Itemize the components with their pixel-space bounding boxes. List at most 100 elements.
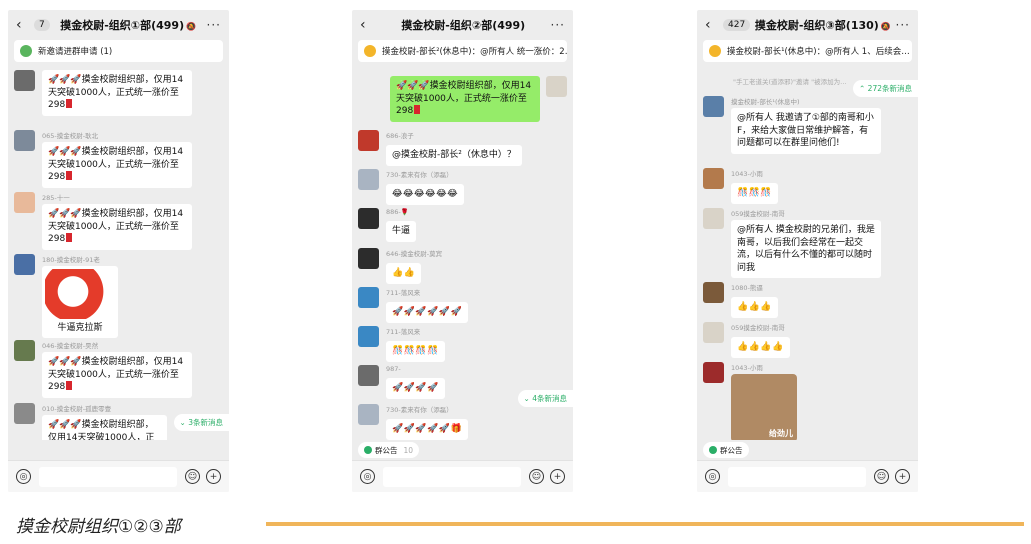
avatar[interactable] xyxy=(358,208,379,229)
new-messages-pill[interactable]: ⌃ 272条新消息 xyxy=(853,80,918,97)
message-bubble[interactable]: 🎊🎊🎊 xyxy=(731,183,779,204)
avatar[interactable] xyxy=(703,208,724,229)
notice-icon xyxy=(364,446,372,454)
sender-name: 285-十一 xyxy=(42,194,70,202)
red-square-icon xyxy=(66,233,73,242)
group-notice-chip[interactable]: 群公告 xyxy=(703,442,749,458)
message-bubble[interactable]: 🚀🚀🚀摸金校尉组织部，仅用14天突破1000人，正式统一涨价至298 xyxy=(42,142,192,188)
message-input[interactable] xyxy=(728,466,866,487)
sender-name: 059摸金校尉-南哥 xyxy=(731,210,785,218)
chat-message: 065-摸金校尉-耿北 🚀🚀🚀摸金校尉组织部，仅用14天突破1000人，正式统一… xyxy=(14,130,223,188)
panda-sticker-image xyxy=(45,269,115,319)
voice-icon[interactable]: ◎ xyxy=(705,469,720,484)
more-options-icon[interactable]: ··· xyxy=(551,18,565,32)
back-arrow-icon[interactable]: ‹ xyxy=(16,17,32,33)
message-bubble[interactable]: 🚀🚀🚀摸金校尉组织部，仅用14天突破1000人，正式统一涨价至298 xyxy=(42,352,192,398)
banner-text: 新邀请进群申请 (1) xyxy=(38,47,113,57)
back-arrow-icon[interactable]: ‹ xyxy=(705,17,721,33)
message-bubble[interactable]: @所有人 我邀请了①部的南哥和小F，来给大家做日常维护解答，有问题都可以在群里问… xyxy=(731,108,881,154)
avatar[interactable] xyxy=(703,282,724,303)
join-request-banner[interactable]: 新邀请进群申请 (1) xyxy=(14,40,223,62)
message-bubble[interactable]: 👍👍 xyxy=(386,263,422,284)
avatar[interactable] xyxy=(703,322,724,343)
plus-icon[interactable]: + xyxy=(895,469,910,484)
emoji-icon[interactable]: ☺ xyxy=(185,469,200,484)
back-arrow-icon[interactable]: ‹ xyxy=(360,17,376,33)
chat-message: 711-落风来 🎊🎊🎊🎊 xyxy=(358,326,567,362)
avatar[interactable] xyxy=(358,130,379,151)
message-bubble[interactable]: 😂😂😂😂😂😂 xyxy=(386,184,465,205)
avatar[interactable] xyxy=(546,76,567,97)
message-list[interactable]: 🚀🚀🚀摸金校尉组织部，仅用14天突破1000人，正式统一涨价至298 686-浪… xyxy=(352,68,573,440)
new-messages-pill[interactable]: ⌄ 3条新消息 xyxy=(173,414,229,431)
message-input[interactable] xyxy=(383,466,521,487)
chat-message: 285-十一 🚀🚀🚀摸金校尉组织部，仅用14天突破1000人，正式统一涨价至29… xyxy=(14,192,223,250)
avatar[interactable] xyxy=(703,168,724,189)
avatar[interactable] xyxy=(14,340,35,361)
avatar[interactable] xyxy=(14,70,35,91)
new-messages-pill[interactable]: ⌄ 4条新消息 xyxy=(517,390,573,407)
sender-name: 730-素来有你（添磊） xyxy=(386,406,453,414)
chat-message: 1043-小雨 给劲儿 xyxy=(703,362,912,440)
avatar[interactable] xyxy=(14,254,35,275)
voice-icon[interactable]: ◎ xyxy=(360,469,375,484)
chat-screen-group-1: ‹ 7 摸金校尉-组织①部(499) 🔕 ··· 新邀请进群申请 (1) 🚀🚀🚀摸… xyxy=(8,10,229,492)
red-square-icon xyxy=(66,381,73,390)
unread-count-badge[interactable]: 427 xyxy=(723,19,751,31)
message-bubble[interactable]: 👍👍👍 xyxy=(731,297,779,318)
plus-icon[interactable]: + xyxy=(206,469,221,484)
message-bubble[interactable]: 🚀🚀🚀摸金校尉组织部，仅用14天突破1000人，正式统一涨价至298 xyxy=(42,204,192,250)
sender-name: 711-落风来 xyxy=(386,289,421,297)
message-bubble[interactable]: 🚀🚀🚀摸金校尉组织部，仅用14天突破1000人，正式统一涨价至298 xyxy=(42,415,167,440)
message-bubble[interactable]: 👍👍👍👍 xyxy=(731,337,790,358)
avatar[interactable] xyxy=(358,326,379,347)
message-bubble[interactable]: 🚀🚀🚀摸金校尉组织部，仅用14天突破1000人，正式统一涨价至298 xyxy=(390,76,540,122)
voice-icon[interactable]: ◎ xyxy=(16,469,31,484)
emoji-icon[interactable]: ☺ xyxy=(874,469,889,484)
sticker-message[interactable]: 牛逼克拉斯 xyxy=(42,266,118,338)
unread-count-badge[interactable]: 7 xyxy=(34,19,50,31)
more-options-icon[interactable]: ··· xyxy=(896,18,910,32)
red-square-icon xyxy=(414,105,421,114)
message-bubble[interactable]: 🚀🚀🚀🚀 xyxy=(386,378,445,399)
chat-message: 摸金校尉-部长¹(休息中) @所有人 我邀请了①部的南哥和小F，来给大家做日常维… xyxy=(703,96,912,154)
chat-message: 046-摸金校尉-昊然 🚀🚀🚀摸金校尉组织部，仅用14天突破1000人，正式统一… xyxy=(14,340,223,398)
message-bubble[interactable]: 🚀🚀🚀🚀🚀🚀 xyxy=(386,302,469,323)
message-bubble[interactable]: 牛逼 xyxy=(386,221,417,242)
message-list[interactable]: 🚀🚀🚀摸金校尉组织部，仅用14天突破1000人，正式统一涨价至298 065-摸… xyxy=(8,68,229,440)
avatar[interactable] xyxy=(358,287,379,308)
more-options-icon[interactable]: ··· xyxy=(207,18,221,32)
sender-name: 646-摸金校尉-莫宾 xyxy=(386,250,443,258)
chat-message: 059摸金校尉-南哥 @所有人 摸金校尉的兄弟们，我是南哥，以后我们会经常在一起… xyxy=(703,208,912,278)
message-bubble[interactable]: @摸金校尉-部长²（休息中）？ xyxy=(386,145,522,166)
message-bubble[interactable]: @所有人 摸金校尉的兄弟们，我是南哥，以后我们会经常在一起交流，以后有什么不懂的… xyxy=(731,220,881,278)
avatar[interactable] xyxy=(14,192,35,213)
avatar[interactable] xyxy=(358,365,379,386)
add-person-icon xyxy=(20,45,32,57)
chat-screen-group-2: ‹ 摸金校尉-组织②部(499) ··· 摸金校尉-部长²(休息中)：@所有人 … xyxy=(352,10,573,492)
avatar[interactable] xyxy=(703,362,724,383)
pinned-announcement-banner[interactable]: 摸金校尉-部长²(休息中)：@所有人 统一涨价：2… xyxy=(358,40,567,62)
sender-name: 1080-熊逼 xyxy=(731,284,763,292)
pinned-announcement-banner[interactable]: 摸金校尉-部长¹(休息中)：@所有人 1、后续会… xyxy=(703,40,912,62)
jerry-mouse-sticker-image[interactable]: 给劲儿 xyxy=(731,374,797,440)
sender-name: 059摸金校尉-南哥 xyxy=(731,324,785,332)
input-bar: ◎ ☺ + xyxy=(352,460,573,492)
avatar[interactable] xyxy=(358,248,379,269)
avatar[interactable] xyxy=(358,169,379,190)
avatar[interactable] xyxy=(14,403,35,424)
sender-name: 886-🌹 xyxy=(386,208,409,216)
message-list[interactable]: "手工老道关(道添邪)"邀请 "被添加为… ⌃ 272条新消息 摸金校尉-部长¹… xyxy=(697,68,918,440)
avatar[interactable] xyxy=(358,404,379,425)
avatar[interactable] xyxy=(703,96,724,117)
group-notice-chip[interactable]: 群公告 10 xyxy=(358,442,420,458)
decorative-rule xyxy=(266,522,1024,526)
message-input[interactable] xyxy=(39,466,177,487)
notice-label: 群公告 xyxy=(720,445,743,455)
emoji-icon[interactable]: ☺ xyxy=(529,469,544,484)
avatar[interactable] xyxy=(14,130,35,151)
plus-icon[interactable]: + xyxy=(550,469,565,484)
message-bubble[interactable]: 🚀🚀🚀摸金校尉组织部，仅用14天突破1000人，正式统一涨价至298 xyxy=(42,70,192,116)
message-bubble[interactable]: 🎊🎊🎊🎊 xyxy=(386,341,445,362)
message-bubble[interactable]: 🚀🚀🚀🚀🚀🎁 xyxy=(386,419,469,440)
